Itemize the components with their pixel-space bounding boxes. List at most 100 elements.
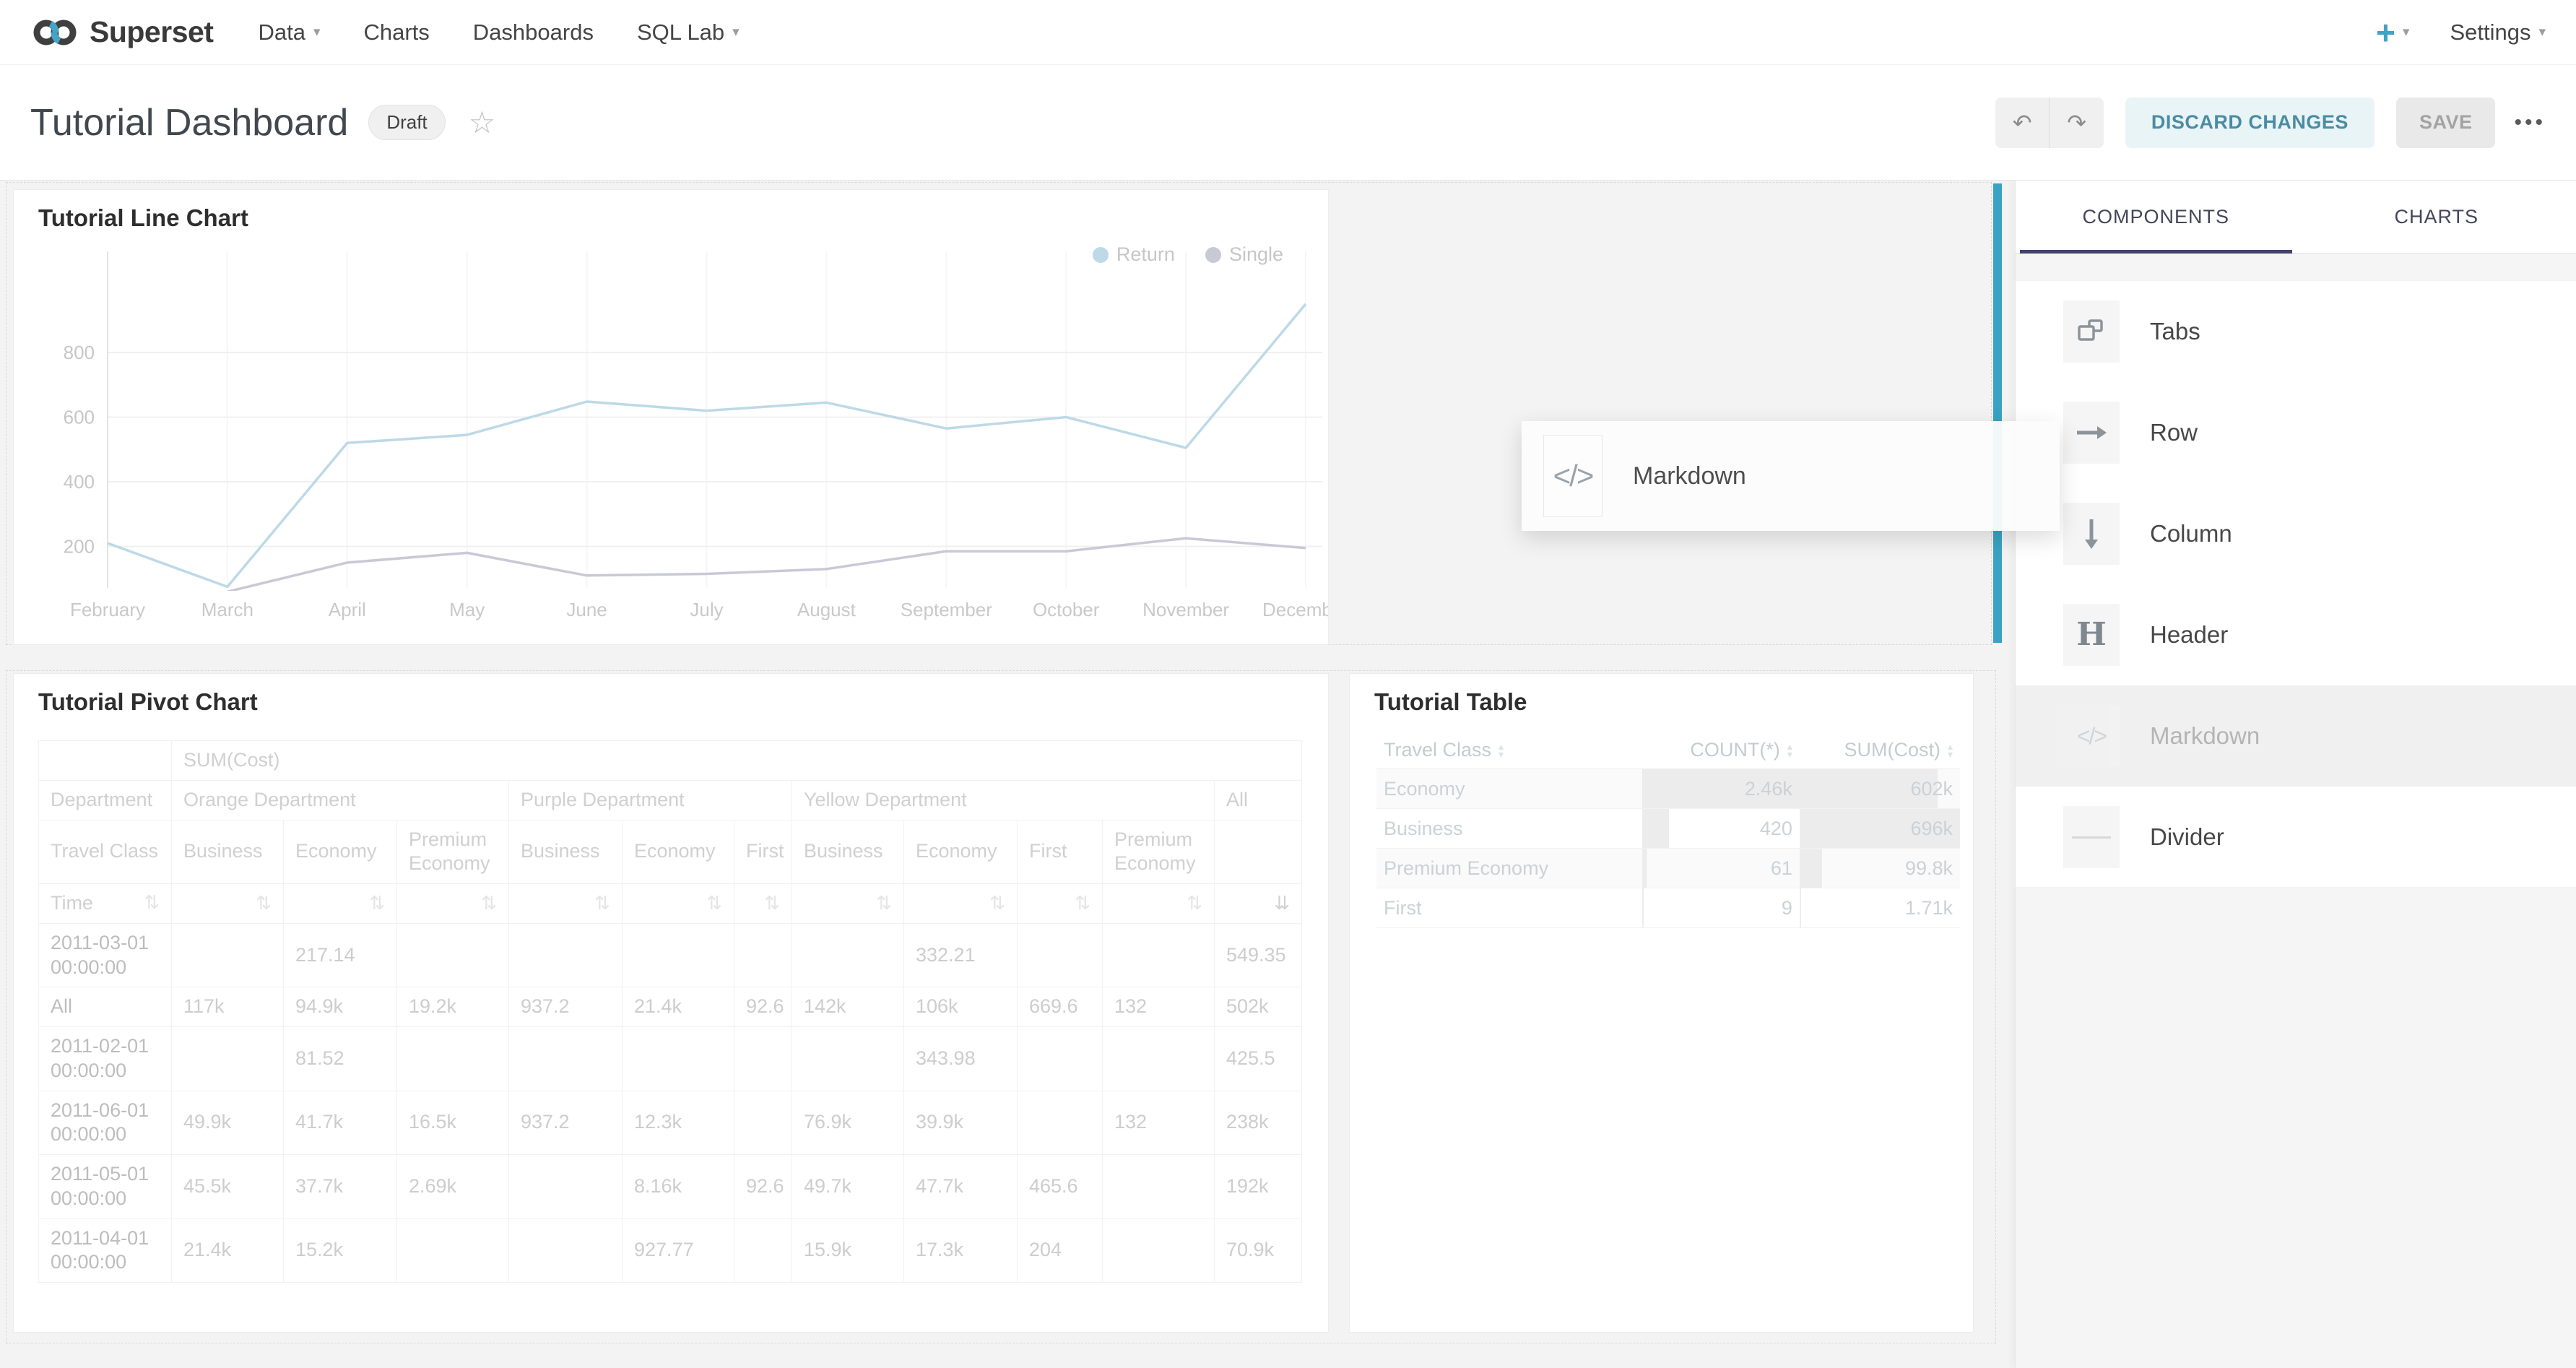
- pivot-cell: 76.9k: [792, 1091, 904, 1155]
- legend-item-return[interactable]: Return: [1093, 243, 1175, 266]
- line-chart-card[interactable]: Tutorial Line Chart ReturnSingle Februar…: [13, 189, 1329, 645]
- pivot-sort-col[interactable]: ⇅: [623, 884, 734, 924]
- pivot-cell: 15.9k: [792, 1218, 904, 1283]
- cell-count: 9: [1642, 888, 1800, 928]
- column-header-count[interactable]: COUNT(*)▴▾: [1642, 732, 1800, 769]
- pivot-sort-col[interactable]: ⇅: [734, 884, 792, 924]
- pivot-sort-col[interactable]: ⇅: [904, 884, 1018, 924]
- component-item-divider[interactable]: Divider: [2016, 787, 2576, 888]
- pivot-sort-col[interactable]: ⇅: [284, 884, 397, 924]
- pivot-sort-col[interactable]: ⇅: [1018, 884, 1103, 924]
- status-badge: Draft: [368, 105, 445, 140]
- new-item-button[interactable]: + ▾: [2376, 16, 2409, 49]
- data-table: Travel Class▴▾COUNT(*)▴▾SUM(Cost)▴▾Econo…: [1376, 732, 1960, 928]
- pivot-sort-col[interactable]: ⇅: [172, 884, 284, 924]
- pivot-cell: 16.5k: [397, 1091, 509, 1155]
- component-item-markdown[interactable]: </>Markdown: [2016, 685, 2576, 787]
- overflow-menu-icon[interactable]: •••: [2514, 111, 2546, 135]
- pivot-col-header: [1215, 820, 1302, 884]
- pivot-col-header: Economy: [904, 820, 1018, 884]
- settings-menu[interactable]: Settings ▾: [2450, 20, 2546, 46]
- cell-sum: 99.8k: [1800, 849, 1960, 888]
- component-item-header[interactable]: HHeader: [2016, 584, 2576, 685]
- table-row: Economy2.46k602k: [1376, 769, 1960, 809]
- pivot-data-row: 2011-06-01 00:00:0049.9k41.7k16.5k937.21…: [39, 1091, 1302, 1155]
- redo-button[interactable]: ↷: [2050, 98, 2104, 148]
- pivot-sort-col[interactable]: ⇅: [509, 884, 623, 924]
- pivot-cell: [172, 923, 284, 987]
- undo-button[interactable]: ↶: [1995, 98, 2050, 148]
- pivot-cell: 669.6: [1018, 987, 1103, 1027]
- pivot-row-label: 2011-06-01 00:00:00: [39, 1091, 172, 1155]
- pivot-sort-col[interactable]: ⇅: [792, 884, 904, 924]
- svg-text:March: March: [201, 599, 253, 620]
- pivot-cell: 41.7k: [284, 1091, 397, 1155]
- superset-logo[interactable]: Superset: [30, 15, 213, 49]
- svg-text:June: June: [566, 599, 607, 620]
- pivot-cell: [1103, 1155, 1215, 1219]
- column-header-travel-class[interactable]: Travel Class▴▾: [1376, 732, 1642, 769]
- nav-item-label: SQL Lab: [637, 20, 724, 46]
- infinity-logo-icon: [30, 17, 79, 48]
- pivot-cell: [1018, 923, 1103, 987]
- sort-icon: ⇅: [1075, 892, 1090, 916]
- redo-icon: ↷: [2067, 109, 2086, 137]
- tab-components[interactable]: COMPONENTS: [2016, 181, 2297, 253]
- svg-text:December: December: [1262, 599, 1328, 620]
- header-icon: H: [2063, 604, 2120, 666]
- chart-title: Tutorial Line Chart: [38, 204, 248, 232]
- pivot-sort-col[interactable]: ⇅: [397, 884, 509, 924]
- pivot-cell: [623, 923, 734, 987]
- sort-icon: ⇅: [481, 892, 497, 916]
- sort-icon: ⇅: [764, 892, 780, 916]
- sort-icon: ⇅: [144, 891, 160, 915]
- legend-dot: [1093, 247, 1109, 263]
- component-label: Markdown: [2150, 722, 2260, 750]
- nav-item-dashboards[interactable]: Dashboards: [473, 20, 594, 46]
- pivot-cell: 343.98: [904, 1027, 1018, 1091]
- sort-icon: ⇅: [989, 892, 1005, 916]
- column-icon: [2063, 503, 2120, 565]
- nav-right: + ▾ Settings ▾: [2376, 16, 2546, 49]
- svg-text:August: August: [797, 599, 857, 620]
- chevron-down-icon: ▾: [2538, 24, 2546, 40]
- cell-sum: 1.71k: [1800, 888, 1960, 928]
- component-item-tabs[interactable]: Tabs: [2016, 281, 2576, 382]
- column-header-sum-cost[interactable]: SUM(Cost)▴▾: [1800, 732, 1960, 769]
- legend-label: Single: [1229, 243, 1283, 266]
- pivot-chart-card[interactable]: Tutorial Pivot Chart SUM(Cost)Department…: [13, 673, 1329, 1333]
- nav-item-sql-lab[interactable]: SQL Lab▾: [637, 20, 740, 46]
- component-item-column[interactable]: Column: [2016, 483, 2576, 584]
- drop-indicator-bar: [1993, 183, 2002, 643]
- pivot-department-row: DepartmentOrange DepartmentPurple Depart…: [39, 780, 1302, 820]
- pivot-data-row: 2011-02-01 00:00:0081.52343.98425.5: [39, 1027, 1302, 1091]
- save-button[interactable]: SAVE: [2396, 98, 2496, 148]
- pivot-col-header: Business: [509, 820, 623, 884]
- pivot-row-label: 2011-03-01 00:00:00: [39, 923, 172, 987]
- sidebar-spacer: [2016, 254, 2576, 281]
- pivot-sort-time[interactable]: Time⇅: [39, 884, 172, 924]
- table-chart-card[interactable]: Tutorial Table Travel Class▴▾COUNT(*)▴▾S…: [1349, 673, 1974, 1333]
- pivot-data-row: 2011-05-01 00:00:0045.5k37.7k2.69k8.16k9…: [39, 1155, 1302, 1219]
- component-label: Row: [2150, 419, 2198, 446]
- page-title: Tutorial Dashboard: [30, 101, 348, 144]
- pivot-sort-col[interactable]: ⇊: [1215, 884, 1302, 924]
- legend-dot: [1205, 247, 1221, 263]
- nav-item-data[interactable]: Data▾: [258, 20, 320, 46]
- sort-carets-icon: ▴▾: [1948, 743, 1953, 759]
- component-label: Divider: [2150, 823, 2224, 851]
- pivot-sort-col[interactable]: ⇅: [1103, 884, 1215, 924]
- chevron-down-icon: ▾: [313, 24, 321, 40]
- pivot-group-all: All: [1215, 780, 1302, 820]
- chart-legend: Return Single: [1093, 243, 1283, 266]
- component-item-row[interactable]: Row: [2016, 382, 2576, 483]
- nav-item-charts[interactable]: Charts: [363, 20, 429, 46]
- cell-travel-class: First: [1376, 888, 1642, 928]
- sort-icon: ⇅: [256, 892, 272, 916]
- favorite-star-icon[interactable]: ☆: [469, 108, 496, 138]
- legend-item-single[interactable]: Single: [1205, 243, 1283, 266]
- tab-charts[interactable]: CHARTS: [2297, 181, 2576, 253]
- discard-changes-button[interactable]: DISCARD CHANGES: [2125, 98, 2375, 148]
- pivot-cell: [397, 1218, 509, 1283]
- pivot-data-row: 2011-03-01 00:00:00217.14332.21549.35: [39, 923, 1302, 987]
